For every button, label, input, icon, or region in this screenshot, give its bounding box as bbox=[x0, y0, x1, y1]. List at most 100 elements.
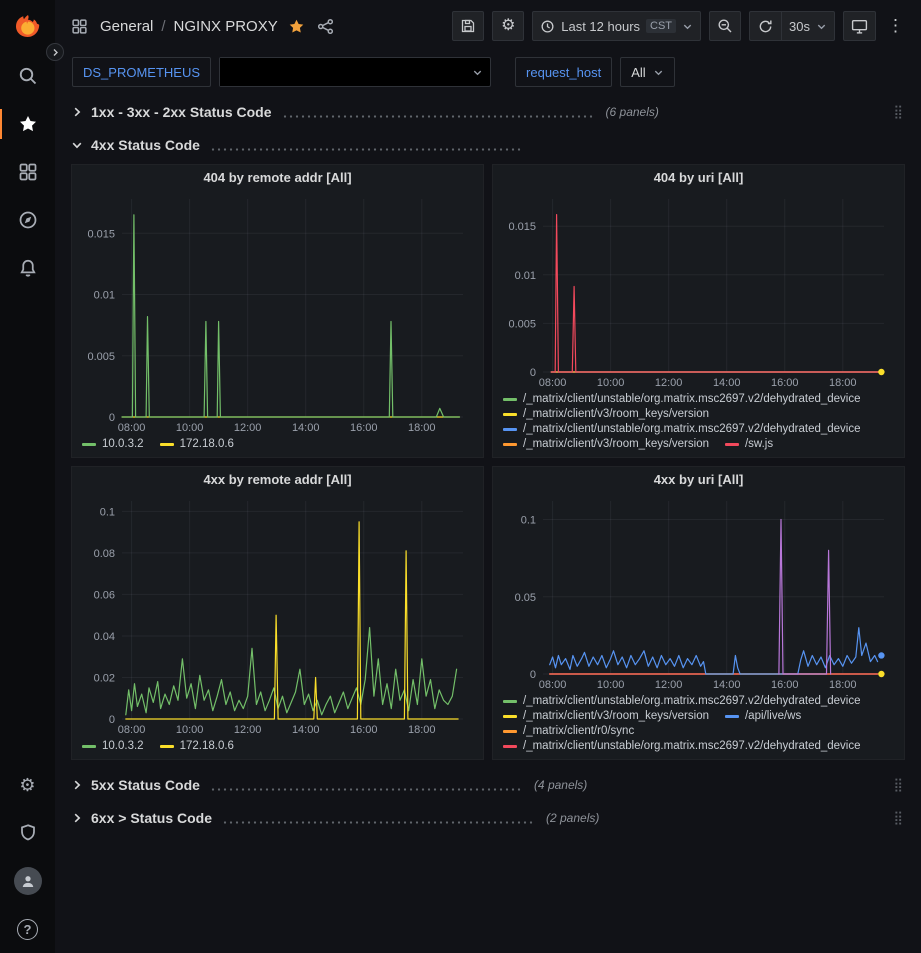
sidebar-item-server-admin[interactable] bbox=[0, 809, 55, 857]
chevron-down-icon bbox=[71, 139, 91, 151]
sidebar-item-help[interactable]: ? bbox=[0, 905, 55, 953]
legend-item[interactable]: 10.0.3.2 bbox=[82, 740, 144, 752]
panel-title[interactable]: 404 by remote addr [All] bbox=[78, 165, 477, 191]
monitor-icon bbox=[851, 18, 868, 35]
svg-text:0.01: 0.01 bbox=[94, 290, 115, 302]
dashboards-icon bbox=[69, 18, 90, 35]
legend-item[interactable]: /_matrix/client/unstable/org.matrix.msc2… bbox=[503, 423, 861, 435]
sidebar-item-alerting[interactable] bbox=[0, 244, 55, 292]
refresh-icon bbox=[758, 19, 773, 34]
save-dashboard-button[interactable] bbox=[452, 11, 484, 41]
sidebar-item-dashboards[interactable] bbox=[0, 148, 55, 196]
legend-item[interactable]: /_matrix/client/unstable/org.matrix.msc2… bbox=[503, 393, 861, 405]
legend-item[interactable]: /api/live/ws bbox=[725, 710, 801, 722]
legend-swatch bbox=[160, 443, 174, 446]
refresh-button[interactable] bbox=[749, 11, 781, 41]
sidebar-item-explore[interactable] bbox=[0, 196, 55, 244]
chevron-down-icon bbox=[472, 67, 483, 78]
more-options-button[interactable]: ⋮ bbox=[884, 16, 907, 36]
sidebar-item-starred[interactable] bbox=[0, 100, 55, 148]
star-filled-icon bbox=[288, 18, 305, 35]
sidebar-item-search[interactable] bbox=[0, 52, 55, 100]
sidebar-item-profile[interactable] bbox=[0, 857, 55, 905]
panel-title[interactable]: 404 by uri [All] bbox=[499, 165, 898, 191]
row-drag-handle[interactable]: ⣿ bbox=[891, 810, 905, 826]
panel-title[interactable]: 4xx by remote addr [All] bbox=[78, 467, 477, 493]
row-panel-count: (4 panels) bbox=[534, 778, 587, 792]
legend-item[interactable]: /_matrix/client/v3/room_keys/version bbox=[503, 408, 709, 420]
legend-item[interactable]: /_matrix/client/unstable/org.matrix.msc2… bbox=[503, 740, 861, 752]
sidebar-item-configuration[interactable]: ⚙ bbox=[0, 761, 55, 809]
svg-text:0.005: 0.005 bbox=[87, 351, 115, 363]
main-column: General / NGINX PROXY bbox=[55, 0, 921, 953]
legend-item[interactable]: /sw.js bbox=[725, 438, 773, 450]
breadcrumb-folder[interactable]: General bbox=[100, 18, 153, 35]
panel-title[interactable]: 4xx by uri [All] bbox=[499, 467, 898, 493]
legend-item[interactable]: /_matrix/client/v3/room_keys/version bbox=[503, 710, 709, 722]
row-4xx[interactable]: 4xx Status Code bbox=[71, 130, 905, 160]
svg-text:0: 0 bbox=[530, 367, 536, 379]
svg-text:0: 0 bbox=[109, 412, 115, 424]
panel-4xx-by-uri[interactable]: 4xx by uri [All] 08:0010:0012:0014:0016:… bbox=[492, 466, 905, 760]
dashboard-settings-button[interactable]: ⚙ bbox=[492, 11, 524, 41]
svg-text:16:00: 16:00 bbox=[350, 422, 378, 434]
panel-404-by-remote-addr[interactable]: 404 by remote addr [All] 08:0010:0012:00… bbox=[71, 164, 484, 458]
request-host-value-select[interactable]: All bbox=[620, 57, 674, 87]
breadcrumb-dashboard-title[interactable]: NGINX PROXY bbox=[174, 18, 278, 35]
legend-item[interactable]: /_matrix/client/v3/room_keys/version bbox=[503, 438, 709, 450]
legend-swatch bbox=[503, 428, 517, 431]
legend-item[interactable]: 172.18.0.6 bbox=[160, 438, 234, 450]
refresh-interval-picker[interactable]: 30s bbox=[781, 11, 835, 41]
svg-text:0.05: 0.05 bbox=[515, 592, 536, 604]
legend-swatch bbox=[503, 730, 517, 733]
legend-label: /sw.js bbox=[745, 438, 773, 450]
panel-404-by-uri[interactable]: 404 by uri [All] 08:0010:0012:0014:0016:… bbox=[492, 164, 905, 458]
submenu-variables: DS_PROMETHEUS request_host All bbox=[55, 52, 921, 92]
svg-text:0.08: 0.08 bbox=[94, 548, 115, 560]
row-1xx-3xx-2xx[interactable]: 1xx - 3xx - 2xx Status Code (6 panels) ⣿ bbox=[71, 97, 905, 127]
legend-label: /_matrix/client/v3/room_keys/version bbox=[523, 408, 709, 420]
request-host-value-text: All bbox=[631, 65, 645, 80]
legend-label: /_matrix/client/unstable/org.matrix.msc2… bbox=[523, 695, 861, 707]
legend-label: 10.0.3.2 bbox=[102, 740, 144, 752]
datasource-value-select[interactable] bbox=[219, 57, 491, 87]
chart-svg: 08:0010:0012:0014:0016:0018:0000.0050.01… bbox=[499, 191, 898, 390]
legend-swatch bbox=[503, 715, 517, 718]
sidebar-expand-toggle[interactable] bbox=[46, 43, 64, 61]
row-panel-count: (6 panels) bbox=[606, 105, 659, 119]
svg-text:16:00: 16:00 bbox=[350, 724, 378, 736]
panel-legend: /_matrix/client/unstable/org.matrix.msc2… bbox=[499, 692, 898, 757]
svg-text:08:00: 08:00 bbox=[539, 377, 567, 389]
row-6xx[interactable]: 6xx > Status Code (2 panels) ⣿ bbox=[71, 803, 905, 833]
row-drag-handle[interactable]: ⣿ bbox=[891, 777, 905, 793]
legend-swatch bbox=[160, 745, 174, 748]
chevron-right-icon bbox=[51, 48, 60, 57]
tv-mode-button[interactable] bbox=[843, 11, 876, 41]
row-5xx[interactable]: 5xx Status Code (4 panels) ⣿ bbox=[71, 770, 905, 800]
svg-text:10:00: 10:00 bbox=[597, 679, 625, 691]
request-host-variable-label[interactable]: request_host bbox=[515, 57, 612, 87]
datasource-variable-label[interactable]: DS_PROMETHEUS bbox=[72, 57, 211, 87]
zoom-out-button[interactable] bbox=[709, 11, 741, 41]
panel-4xx-by-remote-addr[interactable]: 4xx by remote addr [All] 08:0010:0012:00… bbox=[71, 466, 484, 760]
favorite-star-button[interactable] bbox=[286, 18, 307, 35]
clock-icon bbox=[540, 19, 555, 34]
refresh-button-group: 30s bbox=[749, 11, 835, 41]
legend-item[interactable]: /_matrix/client/unstable/org.matrix.msc2… bbox=[503, 695, 861, 707]
legend-item[interactable]: 172.18.0.6 bbox=[160, 740, 234, 752]
row-title: 5xx Status Code bbox=[91, 777, 200, 793]
panel-grid: 404 by remote addr [All] 08:0010:0012:00… bbox=[71, 164, 905, 760]
chevron-down-icon bbox=[653, 67, 664, 78]
svg-text:0: 0 bbox=[109, 714, 115, 726]
grafana-logo[interactable] bbox=[0, 4, 55, 52]
time-range-picker[interactable]: Last 12 hours CST bbox=[532, 11, 701, 41]
svg-text:08:00: 08:00 bbox=[539, 679, 567, 691]
legend-item[interactable]: 10.0.3.2 bbox=[82, 438, 144, 450]
dotted-leader bbox=[210, 788, 522, 791]
row-drag-handle[interactable]: ⣿ bbox=[891, 104, 905, 120]
legend-item[interactable]: /_matrix/client/r0/sync bbox=[503, 725, 634, 737]
bell-icon bbox=[18, 258, 38, 278]
chart-svg: 08:0010:0012:0014:0016:0018:0000.050.1 bbox=[499, 493, 898, 692]
share-dashboard-button[interactable] bbox=[315, 18, 336, 35]
chevron-right-icon bbox=[71, 106, 91, 118]
